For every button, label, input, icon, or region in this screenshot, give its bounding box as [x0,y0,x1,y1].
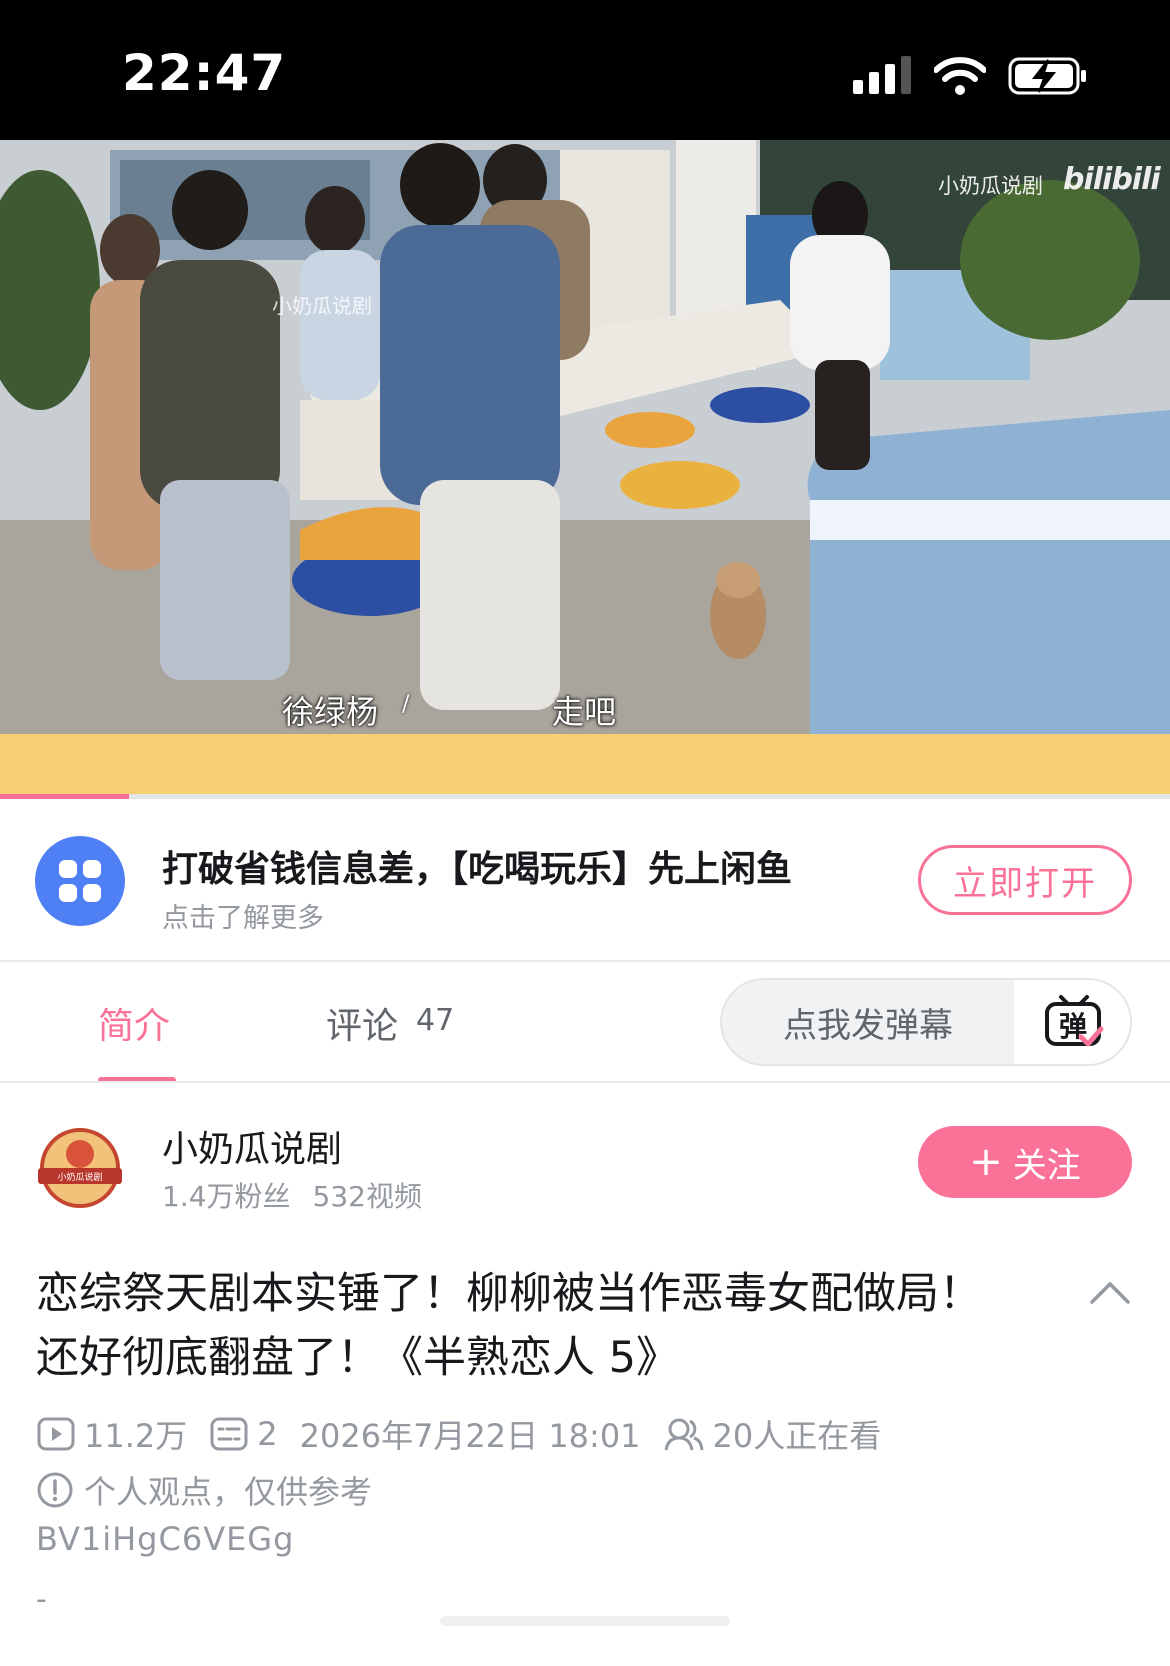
video-title: 恋综祭天剧本实锤了！柳柳被当作恶毒女配做局！还好彻底翻盘了！《半熟恋人 5》 [36,1269,982,1383]
chevron-up-icon[interactable] [1088,1278,1132,1308]
danmaku-bar[interactable]: 点我发弹幕 弹 [720,978,1132,1066]
watching-count: 20人正在看 [712,1417,882,1455]
opinion-note: 个人观点，仅供参考 [36,1466,372,1514]
video-progress-track[interactable] [0,794,1170,799]
divider [0,960,1170,962]
subtitle-left: 徐绿杨 [282,693,379,731]
ad-title: 打破省钱信息差，【吃喝玩乐】先上闲鱼 [162,849,793,890]
follow-label: 关注 [1012,1145,1081,1186]
uploader-videos: 532视频 [312,1180,422,1213]
info-icon [37,1472,73,1508]
danmaku-toggle-button[interactable]: 弹 [1014,980,1130,1064]
video-watermark-text: 小奶瓜说剧 [938,174,1043,198]
battery-charging-icon [1008,57,1086,95]
avatar[interactable]: 小奶瓜说剧 [36,1124,124,1212]
play-count-icon [37,1417,75,1451]
danmaku-count: 2 [257,1415,278,1453]
danmaku-input[interactable]: 点我发弹幕 [722,980,1014,1064]
app-grid-icon [35,836,125,926]
bvid: BV1iHgC6VEGg [36,1520,295,1558]
tab-intro[interactable]: 简介 [98,997,170,1049]
viewers-icon [664,1418,704,1451]
uploader-stats: 1.4万粉丝 532视频 [162,1175,422,1215]
ad-banner[interactable]: 打破省钱信息差，【吃喝玩乐】先上闲鱼 点击了解更多 立即打开 [0,800,1170,962]
tab-comments[interactable]: 评论 [326,997,398,1049]
tab-comments-count[interactable]: 47 [416,1003,454,1038]
status-time: 22:47 [122,44,287,102]
opinion-note-text: 个人观点，仅供参考 [84,1473,373,1511]
ad-open-button[interactable]: 立即打开 [918,845,1132,915]
danmaku-icon: 弹 [1045,995,1104,1047]
video-progress-fill [0,794,129,799]
video-player[interactable]: 小奶瓜说剧 bilibili 小奶瓜说剧 徐绿杨 / 走吧 [0,140,1170,734]
plus-icon: + [969,1139,1003,1185]
status-bar: 22:47 [0,0,1170,140]
subtitle-separator: / [402,692,410,717]
cellular-signal-icon [853,56,911,94]
home-indicator [440,1616,730,1626]
wifi-icon [934,57,986,95]
subtitle-right: 走吧 [552,693,617,731]
uploader-fans: 1.4万粉丝 [162,1180,291,1213]
publish-datetime: 2026年7月22日 18:01 [299,1417,641,1455]
view-count: 11.2万 [84,1417,188,1455]
avatar-text: 小奶瓜说剧 [57,1171,102,1183]
video-inner-watermark: 小奶瓜说剧 [272,294,372,318]
follow-button[interactable]: + 关注 [918,1126,1132,1198]
video-frame-image [0,140,1170,734]
danmaku-count-icon [210,1417,248,1451]
bilibili-watermark-logo: bilibili [1063,162,1161,197]
video-description: - [36,1582,47,1617]
divider [0,1081,1170,1083]
video-meta: 11.2万 2 2026年7月22日 18:01 20人正在看 [36,1410,881,1458]
ad-subtitle: 点击了解更多 [162,903,324,934]
uploader-name[interactable]: 小奶瓜说剧 [162,1120,342,1172]
video-bottom-band [0,734,1170,798]
